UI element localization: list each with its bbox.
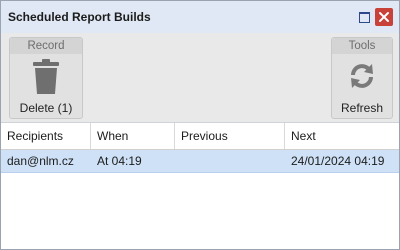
- cell-when: At 04:19: [97, 154, 142, 168]
- cell-previous: [175, 150, 285, 172]
- table-row[interactable]: dan@nlm.cz At 04:19 24/01/2024 04:19: [1, 150, 399, 173]
- group-title-tools: Tools: [332, 38, 392, 54]
- table-header: Recipients When Previous Next: [1, 123, 399, 150]
- delete-button-label: Delete (1): [19, 101, 73, 115]
- maximize-icon[interactable]: [358, 10, 372, 24]
- column-header-when[interactable]: When: [91, 123, 175, 149]
- group-title-record: Record: [10, 38, 82, 54]
- ribbon-group-tools: Tools Refresh: [331, 37, 393, 119]
- refresh-button-label: Refresh: [340, 101, 384, 115]
- ribbon-toolbar: Record Delete (1) Tools Refresh: [1, 33, 399, 123]
- ribbon-group-record: Record Delete (1): [9, 37, 83, 119]
- title-bar[interactable]: Scheduled Report Builds: [1, 1, 399, 33]
- trash-icon: [33, 59, 59, 94]
- cell-next: 24/01/2024 04:19: [291, 154, 385, 168]
- window-title: Scheduled Report Builds: [8, 10, 151, 24]
- report-builds-table: Recipients When Previous Next dan@nlm.cz…: [1, 123, 399, 249]
- column-header-previous[interactable]: Previous: [175, 123, 285, 149]
- delete-button[interactable]: Delete (1): [10, 55, 82, 117]
- refresh-button[interactable]: Refresh: [332, 55, 392, 117]
- report-builds-window: Scheduled Report Builds Record Delete (1…: [0, 0, 400, 250]
- column-header-recipients[interactable]: Recipients: [1, 123, 91, 149]
- column-header-next[interactable]: Next: [285, 123, 399, 149]
- close-icon: [379, 12, 389, 22]
- refresh-icon: [351, 64, 373, 88]
- close-button[interactable]: [375, 8, 393, 26]
- cell-recipients: dan@nlm.cz: [7, 154, 74, 168]
